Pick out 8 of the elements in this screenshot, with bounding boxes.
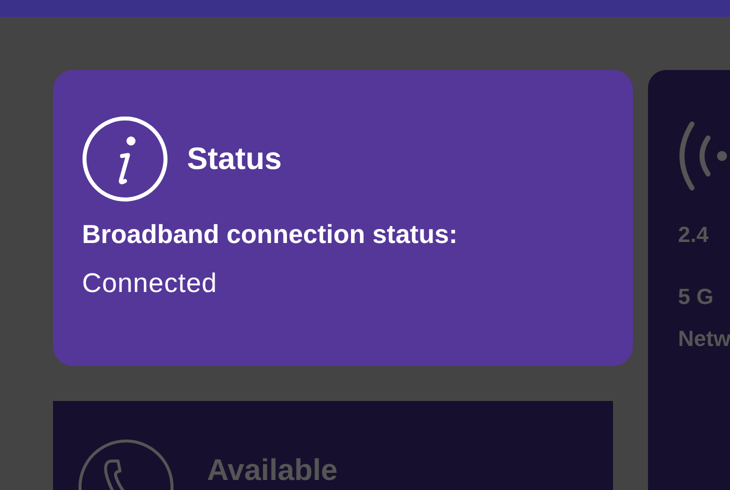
wifi-band-label: 2.4 <box>678 222 710 248</box>
wireless-signal-icon <box>678 120 728 192</box>
card-title: Status <box>187 141 282 177</box>
status-label: Broadband connection status: <box>82 219 459 250</box>
info-icon <box>82 116 168 202</box>
status-value: Connected <box>82 268 218 299</box>
card-title: Available <box>207 455 338 487</box>
wifi-band-label: 5 G <box>678 284 714 310</box>
